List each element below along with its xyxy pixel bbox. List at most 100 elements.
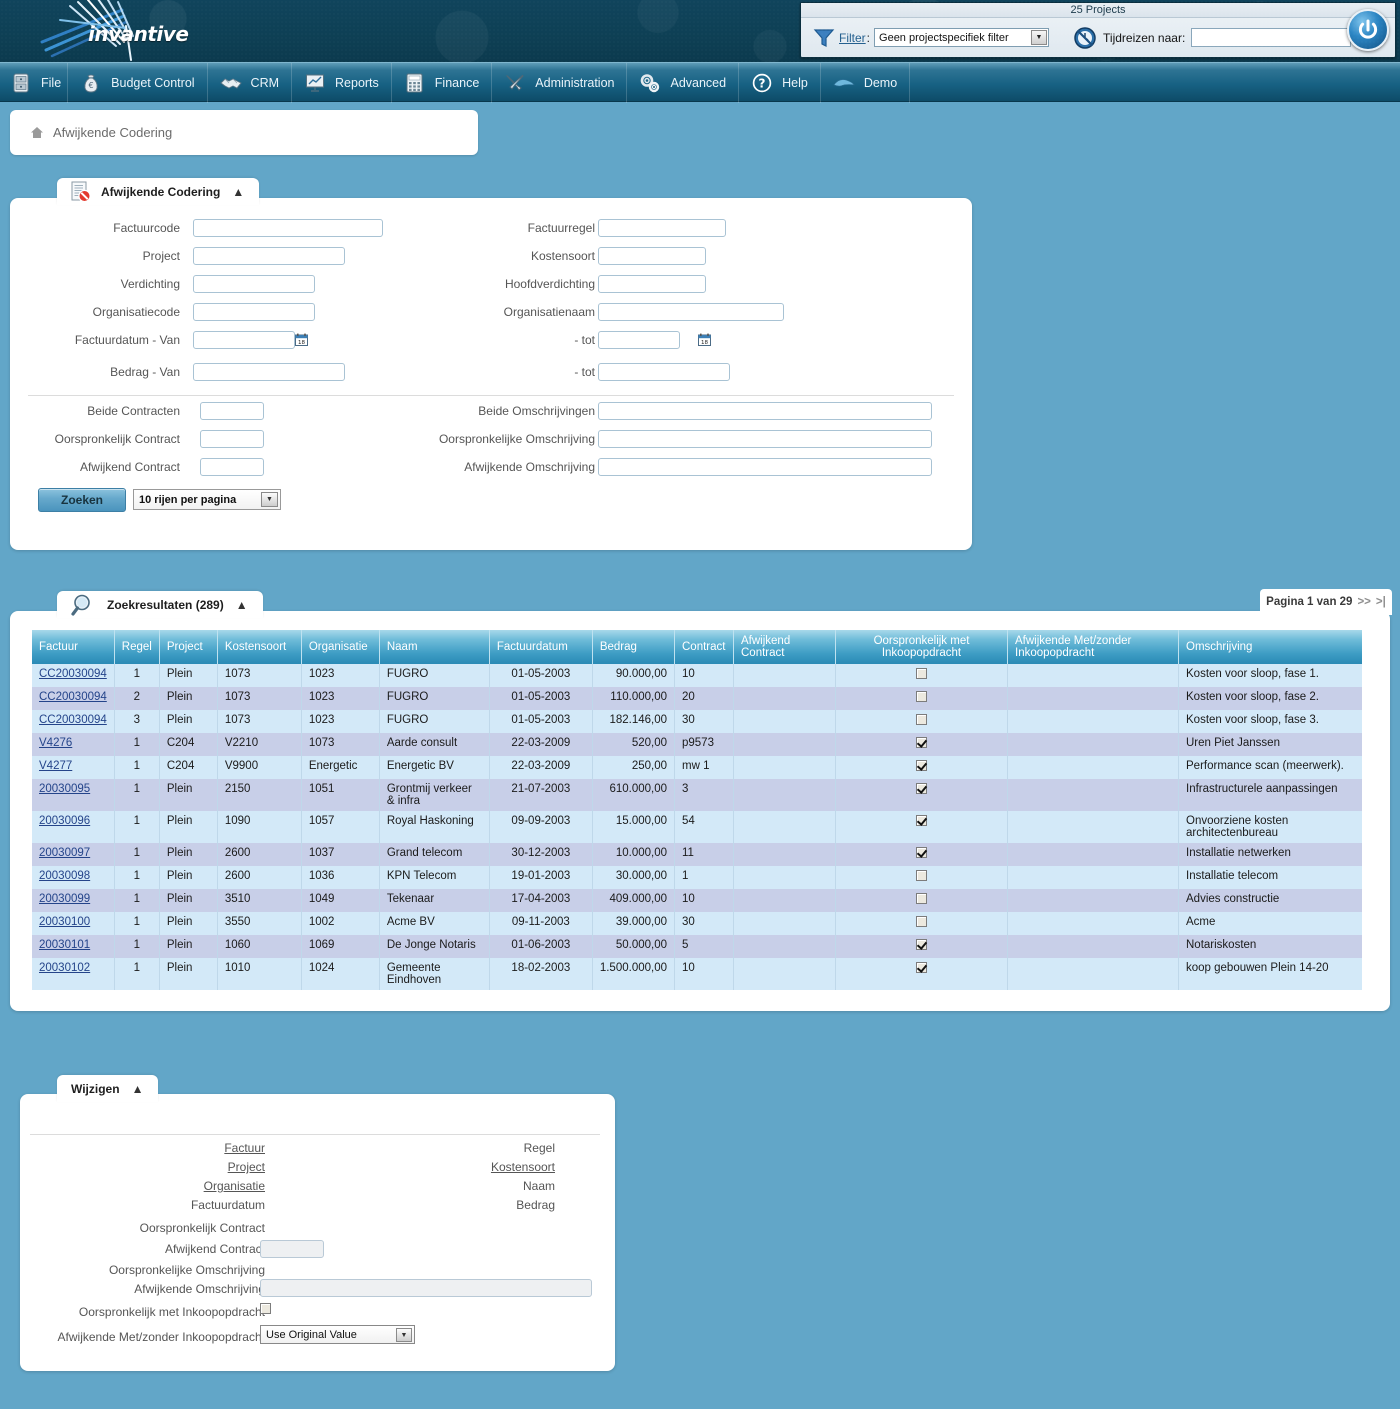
invoice-link[interactable]: 20030101 (39, 939, 90, 951)
invoice-link[interactable]: V4276 (39, 737, 72, 749)
edit-label-organisatie[interactable]: Organisatie (110, 1179, 265, 1193)
col-kostensoort[interactable]: Kostensoort (217, 630, 302, 664)
edit-label-factuur[interactable]: Factuur (110, 1141, 265, 1155)
menu-item-demo[interactable]: Demo (821, 62, 911, 103)
rows-per-page-select[interactable]: 10 rijen per pagina ▼ (133, 489, 281, 510)
input-verdichting[interactable] (193, 275, 315, 293)
breadcrumb-text[interactable]: Afwijkende Codering (53, 125, 172, 140)
tab-afwijkende-codering[interactable]: Afwijkende Codering ▲ (57, 178, 260, 205)
chevron-up-icon[interactable]: ▲ (132, 1083, 145, 1095)
table-row[interactable]: 20030099 1 Plein 3510 1049 Tekenaar 17-0… (32, 889, 1362, 912)
edit-label-project[interactable]: Project (110, 1160, 265, 1174)
col-contract[interactable]: Contract (674, 630, 734, 664)
input-factuurregel[interactable] (598, 219, 726, 237)
checkbox-icon[interactable] (916, 760, 927, 772)
checkbox-icon[interactable] (916, 783, 927, 795)
checkbox-icon[interactable] (916, 916, 927, 928)
chevron-up-icon[interactable]: ▲ (232, 186, 245, 198)
invoice-link[interactable]: 20030095 (39, 783, 90, 795)
menu-item-finance[interactable]: Finance (392, 62, 493, 103)
chevron-up-icon[interactable]: ▲ (236, 599, 249, 611)
input-organisatienaam[interactable] (598, 303, 784, 321)
checkbox-icon[interactable] (916, 939, 927, 951)
col-regel[interactable]: Regel (114, 630, 160, 664)
checkbox-icon[interactable] (916, 737, 927, 749)
menu-item-help[interactable]: ? Help (739, 62, 821, 103)
input-factuurdatum-van[interactable] (193, 331, 295, 349)
input-oorspronkelijk-contract[interactable] (200, 430, 264, 448)
search-button[interactable]: Zoeken (38, 488, 126, 512)
calendar-icon-tot[interactable]: 18 (698, 333, 711, 346)
input-bedrag-tot[interactable] (598, 363, 730, 381)
invoice-link[interactable]: CC20030094 (39, 714, 107, 726)
pagination-next-button[interactable]: >> (1357, 596, 1370, 608)
table-row[interactable]: CC20030094 2 Plein 1073 1023 FUGRO 01-05… (32, 687, 1362, 710)
input-datum-tot[interactable] (598, 331, 680, 349)
col-factuur[interactable]: Factuur (32, 630, 115, 664)
invoice-link[interactable]: CC20030094 (39, 691, 107, 703)
checkbox-icon[interactable] (916, 668, 927, 680)
input-kostensoort[interactable] (598, 247, 706, 265)
invoice-link[interactable]: CC20030094 (39, 668, 107, 680)
checkbox-icon[interactable] (916, 847, 927, 859)
input-organisatiecode[interactable] (193, 303, 315, 321)
invoice-link[interactable]: 20030098 (39, 870, 90, 882)
time-travel-input[interactable] (1191, 28, 1352, 47)
edit-checkbox-oorspronkelijk-inkoop[interactable] (260, 1303, 271, 1314)
home-icon[interactable] (30, 126, 44, 139)
menu-item-administration[interactable]: Administration (492, 62, 628, 103)
input-factuurcode[interactable] (193, 219, 383, 237)
filter-link[interactable]: Filter (839, 31, 866, 45)
table-row[interactable]: CC20030094 1 Plein 1073 1023 FUGRO 01-05… (32, 664, 1362, 687)
edit-input-afwijkend-contract[interactable] (260, 1240, 324, 1258)
input-hoofdverdichting[interactable] (598, 275, 706, 293)
menu-item-budget-control[interactable]: € Budget Control (68, 62, 208, 103)
table-row[interactable]: 20030097 1 Plein 2600 1037 Grand telecom… (32, 843, 1362, 866)
menu-item-advanced[interactable]: Advanced (627, 62, 740, 103)
menu-item-crm[interactable]: CRM (208, 62, 293, 103)
table-row[interactable]: 20030101 1 Plein 1060 1069 De Jonge Nota… (32, 935, 1362, 958)
table-row[interactable]: 20030096 1 Plein 1090 1057 Royal Haskoni… (32, 811, 1362, 843)
input-beide-omschrijvingen[interactable] (598, 402, 932, 420)
invoice-link[interactable]: 20030099 (39, 893, 90, 905)
invoice-link[interactable]: 20030097 (39, 847, 90, 859)
table-row[interactable]: 20030102 1 Plein 1010 1024 Gemeente Eind… (32, 958, 1362, 990)
checkbox-icon[interactable] (916, 870, 927, 882)
checkbox-icon[interactable] (916, 962, 927, 974)
col-omschrijving[interactable]: Omschrijving (1178, 630, 1362, 664)
input-afwijkende-omschrijving[interactable] (598, 458, 932, 476)
col-organisatie[interactable]: Organisatie (301, 630, 380, 664)
input-bedrag-van[interactable] (193, 363, 345, 381)
checkbox-icon[interactable] (916, 714, 927, 726)
col-afwijkende-inkoopopdracht[interactable]: Afwijkende Met/zonder Inkoopopdracht (1007, 630, 1179, 664)
input-beide-contracten[interactable] (200, 402, 264, 420)
col-afwijkend-contract[interactable]: Afwijkend Contract (733, 630, 836, 664)
project-filter-select[interactable]: Geen projectspecifiek filter ▼ (874, 28, 1050, 47)
checkbox-icon[interactable] (916, 815, 927, 827)
menu-item-file[interactable]: File (0, 62, 69, 103)
col-oorspronkelijk-inkoopopdracht[interactable]: Oorspronkelijk met Inkoopopdracht (835, 630, 1008, 664)
col-factuurdatum[interactable]: Factuurdatum (489, 630, 593, 664)
menu-item-reports[interactable]: Reports (292, 62, 392, 103)
edit-input-afwijkende-omschrijving[interactable] (260, 1279, 592, 1297)
table-row[interactable]: V4277 1 C204 V9900 Energetic Energetic B… (32, 756, 1362, 779)
input-afwijkend-contract[interactable] (200, 458, 264, 476)
col-bedrag[interactable]: Bedrag (592, 630, 676, 664)
edit-label-kostensoort[interactable]: Kostensoort (400, 1160, 555, 1174)
time-travel-clock-icon[interactable] (1073, 26, 1097, 50)
power-button[interactable] (1347, 9, 1389, 51)
table-row[interactable]: 20030098 1 Plein 2600 1036 KPN Telecom 1… (32, 866, 1362, 889)
tab-zoekresultaten[interactable]: Zoekresultaten (289) ▲ (57, 591, 263, 618)
col-project[interactable]: Project (159, 630, 218, 664)
invoice-link[interactable]: 20030102 (39, 962, 90, 974)
table-row[interactable]: V4276 1 C204 V2210 1073 Aarde consult 22… (32, 733, 1362, 756)
tab-wijzigen[interactable]: Wijzigen ▲ (57, 1075, 159, 1102)
input-project[interactable] (193, 247, 345, 265)
table-row[interactable]: 20030095 1 Plein 2150 1051 Grontmij verk… (32, 779, 1362, 811)
checkbox-icon[interactable] (916, 691, 927, 703)
calendar-icon[interactable]: 18 (295, 333, 308, 346)
invoice-link[interactable]: V4277 (39, 760, 72, 772)
invoice-link[interactable]: 20030096 (39, 815, 90, 827)
input-oorspronkelijke-omschrijving[interactable] (598, 430, 932, 448)
edit-select-afwijkende-inkoop[interactable]: Use Original Value ▼ (260, 1325, 415, 1344)
